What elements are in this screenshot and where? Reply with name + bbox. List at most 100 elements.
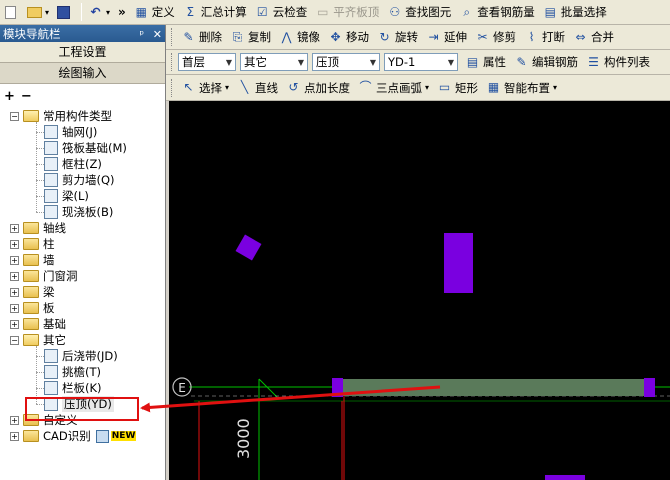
section-drawing-input[interactable]: 绘图输入 <box>0 63 165 84</box>
mirror-button[interactable]: ⋀ 镜像 <box>276 27 323 47</box>
coping-end-right[interactable] <box>644 378 655 397</box>
extend-button[interactable]: ⇥ 延伸 <box>423 27 470 47</box>
tree-item[interactable]: 后浇带(JD) <box>44 348 118 364</box>
purple-point-element[interactable] <box>235 234 262 261</box>
folder-icon <box>23 254 39 266</box>
chevron-down-icon[interactable]: ▾ <box>553 83 557 92</box>
line-button[interactable]: ╲ 直线 <box>234 78 281 98</box>
batch-select-button[interactable]: ▤ 批量选择 <box>540 2 610 22</box>
tree-item[interactable]: 现浇板(B) <box>44 204 113 220</box>
expand-icon[interactable]: + <box>10 431 19 441</box>
floor-select[interactable]: 首层 ▼ <box>178 53 236 71</box>
coping-end-left[interactable] <box>332 378 343 397</box>
expand-icon[interactable]: + <box>10 415 19 425</box>
toolbar-separator <box>81 3 83 21</box>
chevron-down-icon[interactable]: ▾ <box>225 83 229 92</box>
chevron-down-icon[interactable]: ▾ <box>425 83 429 92</box>
point-length-button[interactable]: ↺ 点加长度 <box>283 78 353 98</box>
expand-all-icon[interactable]: + <box>4 89 15 104</box>
rotate-button[interactable]: ↻ 旋转 <box>374 27 421 47</box>
three-point-arc-label: 三点画弧 <box>376 80 423 95</box>
tree-group[interactable]: + 墙 <box>10 252 55 268</box>
tree-connector <box>36 372 44 373</box>
new-file-button[interactable] <box>2 2 22 22</box>
tree-group[interactable]: + 基础 <box>10 316 66 332</box>
tree-item[interactable]: 轴网(J) <box>44 124 97 140</box>
component-select[interactable]: YD-1 ▼ <box>384 53 458 71</box>
expand-icon[interactable]: + <box>10 271 19 281</box>
tree-item-label: 轴网(J) <box>62 125 98 139</box>
drawing-canvas[interactable]: E 3000 <box>169 101 670 480</box>
category-select[interactable]: 其它 ▼ <box>240 53 308 71</box>
sigma-icon: Σ <box>186 4 195 19</box>
undo-button[interactable]: ↶ ▾ <box>85 2 113 22</box>
expand-icon[interactable]: + <box>10 255 19 265</box>
select-button[interactable]: ↖ 选择 ▾ <box>178 78 232 98</box>
move-button[interactable]: ✥ 移动 <box>325 27 372 47</box>
tree-group[interactable]: − 其它 <box>10 332 66 348</box>
tree-group[interactable]: − 常用构件类型 <box>10 108 112 124</box>
tree-group[interactable]: + 轴线 <box>10 220 66 236</box>
view-rebar-button[interactable]: ⌕ 查看钢筋量 <box>456 2 538 22</box>
three-point-arc-button[interactable]: ⌒ 三点画弧 ▾ <box>355 78 432 98</box>
tree-connector <box>36 212 44 213</box>
coping-element[interactable] <box>334 379 652 396</box>
smart-layout-button[interactable]: ▦ 智能布置 ▾ <box>483 78 560 98</box>
expand-icon[interactable]: + <box>10 319 19 329</box>
rectangle-label: 矩形 <box>455 80 479 95</box>
magnifier-icon: ⌕ <box>463 4 471 19</box>
purple-column-element[interactable] <box>444 233 473 293</box>
tree-group[interactable]: + 柱 <box>10 236 55 252</box>
purple-bottom-element[interactable] <box>545 475 585 480</box>
save-button[interactable] <box>54 2 76 22</box>
rectangle-button[interactable]: ▭ 矩形 <box>434 78 481 98</box>
break-button[interactable]: ⌇ 打断 <box>521 27 568 47</box>
tree-group-label: 常用构件类型 <box>43 109 112 123</box>
open-file-button[interactable]: ▾ <box>24 2 52 22</box>
tree-group[interactable]: + CAD识别 NEW <box>10 428 137 444</box>
cloud-check-button[interactable]: ☑ 云检查 <box>252 2 311 22</box>
raft-icon <box>44 141 58 155</box>
tree-item[interactable]: 挑檐(T) <box>44 364 101 380</box>
tree-group[interactable]: + 板 <box>10 300 55 316</box>
tree-group[interactable]: + 梁 <box>10 284 55 300</box>
folder-icon <box>23 110 39 122</box>
edit-rebar-button[interactable]: ✎ 编辑钢筋 <box>511 52 581 72</box>
toolbar-overflow-button[interactable]: » <box>115 2 129 22</box>
delete-button[interactable]: ✎ 删除 <box>178 27 225 47</box>
define-button[interactable]: ▦ 定义 <box>131 2 178 22</box>
collapse-all-icon[interactable]: − <box>21 89 32 104</box>
merge-button[interactable]: ⇔ 合并 <box>570 27 617 47</box>
pin-icon[interactable]: ᵖ <box>139 28 144 41</box>
folder-icon <box>23 222 39 234</box>
tree-item[interactable]: 梁(L) <box>44 188 89 204</box>
expand-icon[interactable]: + <box>10 303 19 313</box>
close-icon[interactable]: ✕ <box>153 28 162 41</box>
expand-icon[interactable]: + <box>10 223 19 233</box>
tree-item[interactable]: 剪力墙(Q) <box>44 172 115 188</box>
summary-calc-button[interactable]: Σ 汇总计算 <box>180 2 250 22</box>
drawing-svg[interactable]: E 3000 <box>169 101 670 480</box>
type-select[interactable]: 压顶 ▼ <box>312 53 380 71</box>
flush-slab-button[interactable]: ▭ 平齐板顶 <box>312 2 382 22</box>
expand-icon[interactable]: + <box>10 239 19 249</box>
folder-icon <box>23 430 39 442</box>
copy-button[interactable]: ⎘ 复制 <box>227 27 274 47</box>
annotation-highlight-box <box>25 397 139 421</box>
tree-item[interactable]: 栏板(K) <box>44 380 102 396</box>
find-element-button[interactable]: ⚇ 查找图元 <box>384 2 454 22</box>
trim-button[interactable]: ✂ 修剪 <box>472 27 519 47</box>
properties-button[interactable]: ▤ 属性 <box>462 52 509 72</box>
tree-item[interactable]: 筏板基础(M) <box>44 140 127 156</box>
tree-item[interactable]: 框柱(Z) <box>44 156 102 172</box>
section-project-settings[interactable]: 工程设置 <box>0 42 165 63</box>
collapse-icon[interactable]: − <box>10 335 19 345</box>
tree-group[interactable]: + 门窗洞 <box>10 268 78 284</box>
move-icon: ✥ <box>330 29 341 44</box>
cad-icon <box>95 429 109 443</box>
expand-icon[interactable]: + <box>10 287 19 297</box>
component-list-button[interactable]: ☰ 构件列表 <box>583 52 653 72</box>
tree-item-label: 梁(L) <box>62 189 89 203</box>
collapse-icon[interactable]: − <box>10 111 19 121</box>
merge-icon: ⇔ <box>575 29 586 44</box>
